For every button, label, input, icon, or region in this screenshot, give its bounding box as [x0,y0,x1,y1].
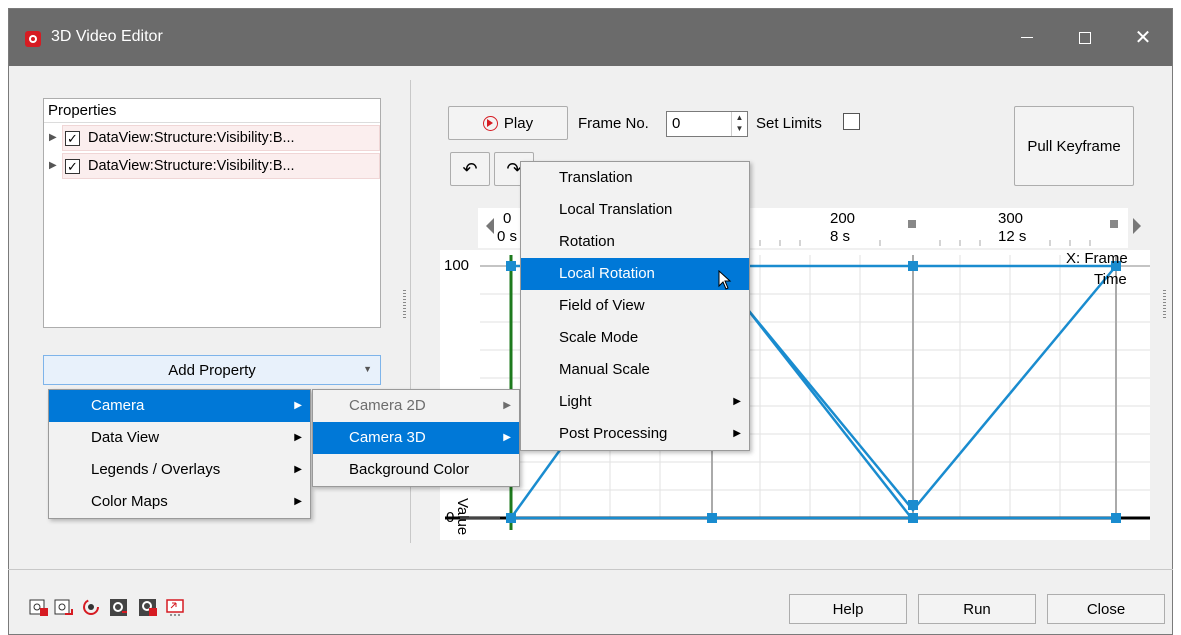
expand-arrow-icon[interactable]: ▶ [49,132,57,143]
app-logo-icon [25,31,41,47]
y-axis-label: Value [454,498,471,536]
maximize-button[interactable] [1056,9,1114,66]
menu-item-post-processing[interactable]: Post Processing ▶ [521,418,749,450]
undo-button[interactable]: ↶ [450,152,490,186]
submenu-arrow-icon: ▶ [503,432,511,443]
mouse-cursor-icon [718,270,732,290]
add-property-menu: Camera ▶ Data View ▶ Legends / Overlays ▶ C… [48,389,311,519]
submenu-arrow-icon: ▶ [733,396,741,407]
properties-list[interactable]: Properties ▶ ✓ DataView:Structure:Visibi… [43,98,381,328]
property-row[interactable]: ▶ ✓ DataView:Structure:Visibility:B... [49,125,380,151]
refresh-settings-icon[interactable] [80,596,102,618]
frame-tick-200: 200 [830,210,856,227]
close-window-button[interactable]: ✕ [1114,9,1172,66]
menu-item-field-of-view[interactable]: Field of View [521,290,749,322]
pull-keyframe-label: Pull Keyframe [1027,137,1121,155]
frame-tick-300: 300 [998,210,1024,227]
menu-item-local-rotation[interactable]: Local Rotation [521,258,749,290]
add-property-dropdown[interactable]: Add Property ▼ [43,355,381,385]
frame-no-value[interactable]: 0 [672,115,680,132]
pull-keyframe-button[interactable]: Pull Keyframe [1014,106,1134,186]
play-label: Play [503,114,534,132]
menu-item-scale-mode[interactable]: Scale Mode [521,322,749,354]
menu-item-local-translation[interactable]: Local Translation [521,194,749,226]
properties-header: Properties [44,99,380,123]
splitter-handle[interactable] [1163,290,1166,320]
submenu-arrow-icon: ▶ [294,464,302,475]
run-button[interactable]: Run [918,594,1036,624]
splitter-handle[interactable] [403,290,406,320]
camera-submenu: Camera 2D ▶ Camera 3D ▶ Background Color [312,389,520,487]
play-button[interactable]: Play [448,106,568,140]
undo-icon: ↶ [462,158,478,179]
property-label: DataView:Structure:Visibility:B... [88,158,295,174]
camera-3d-submenu: Translation Local Translation Rotation L… [520,161,750,451]
save-video-icon[interactable] [28,596,50,618]
submenu-arrow-icon: ▶ [294,400,302,411]
submenu-arrow-icon: ▶ [294,432,302,443]
chevron-down-icon: ▼ [363,364,372,374]
submenu-arrow-icon: ▶ [503,400,511,411]
menu-item-camera-2d[interactable]: Camera 2D ▶ [313,390,519,422]
frame-no-spinbox[interactable]: 0 ▲ ▼ [666,111,748,137]
minimize-button[interactable] [998,9,1056,66]
submenu-arrow-icon: ▶ [294,496,302,507]
property-checkbox[interactable]: ✓ [65,130,80,146]
settings-reset-icon[interactable] [108,596,130,618]
y-tick-100: 100 [444,257,470,274]
close-icon: ✕ [1134,27,1152,49]
frame-no-label: Frame No. [578,115,649,132]
help-button[interactable]: Help [789,594,907,624]
export-frame-icon[interactable] [164,596,186,618]
footer-separator [8,569,1173,570]
property-label: DataView:Structure:Visibility:B... [88,130,295,146]
time-tick-8: 8 s [830,228,851,245]
x-axis-label: X: Frame [1066,250,1128,267]
maximize-icon [1079,31,1091,44]
add-property-label: Add Property [168,361,256,379]
menu-item-camera[interactable]: Camera ▶ [49,390,310,422]
menu-item-translation[interactable]: Translation [521,162,749,194]
run-label: Run [963,600,991,618]
time-tick-0: 0 s [497,228,518,245]
spin-arrows-icon[interactable]: ▲ ▼ [731,112,747,136]
property-row[interactable]: ▶ ✓ DataView:Structure:Visibility:B... [49,153,380,179]
minimize-icon [1021,37,1033,38]
x-axis-label-time: Time [1094,271,1127,288]
load-video-icon[interactable] [53,596,75,618]
close-label: Close [1086,600,1126,618]
menu-item-light[interactable]: Light ▶ [521,386,749,418]
help-label: Help [832,600,864,618]
menu-item-rotation[interactable]: Rotation [521,226,749,258]
property-checkbox[interactable]: ✓ [65,158,80,174]
set-limits-checkbox[interactable] [843,113,860,130]
menu-item-manual-scale[interactable]: Manual Scale [521,354,749,386]
set-limits-label: Set Limits [756,115,822,132]
menu-item-background-color[interactable]: Background Color [313,454,519,486]
close-button[interactable]: Close [1047,594,1165,624]
title-bar[interactable]: 3D Video Editor ✕ [9,9,1172,66]
expand-arrow-icon[interactable]: ▶ [49,160,57,171]
submenu-arrow-icon: ▶ [733,428,741,439]
play-icon [482,115,498,131]
menu-item-color-maps[interactable]: Color Maps ▶ [49,486,310,518]
menu-item-data-view[interactable]: Data View ▶ [49,422,310,454]
frame-tick-0: 0 [503,210,512,227]
menu-item-camera-3d[interactable]: Camera 3D ▶ [313,422,519,454]
window-title: 3D Video Editor [51,28,163,45]
time-tick-12: 12 s [998,228,1027,245]
menu-item-legends-overlays[interactable]: Legends / Overlays ▶ [49,454,310,486]
settings-save-icon[interactable] [137,596,159,618]
